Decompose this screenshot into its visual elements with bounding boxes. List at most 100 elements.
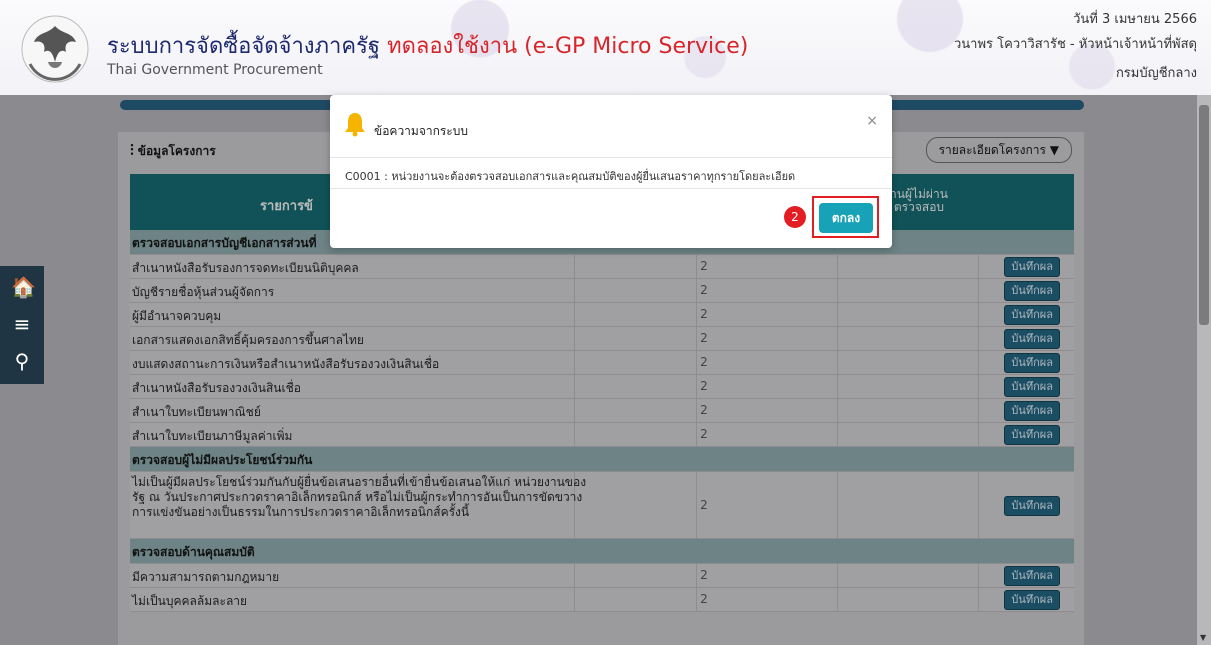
row-label: สำเนาหนังสือรับรองการจดทะเบียนนิติบุคคล xyxy=(132,261,359,275)
row-label: มีความสามารถตามกฎหมาย xyxy=(132,570,280,584)
table-row: บัญชีรายชื่อหุ้นส่วนผู้จัดการ 2 บันทึกผล xyxy=(130,279,1074,303)
table-row: มีความสามารถตามกฎหมาย 2 บันทึกผล xyxy=(130,564,1074,588)
header-col-failed-line1: านผู้ไม่ผ่าน xyxy=(890,187,948,201)
column-divider xyxy=(837,423,838,446)
ok-button[interactable]: ตกลง xyxy=(819,203,873,233)
section-title: ตรวจสอบเอกสารบัญชีเอกสารส่วนที่ xyxy=(132,236,317,250)
check-table: ตรวจสอบเอกสารบัญชีเอกสารส่วนที่สำเนาหนัง… xyxy=(130,230,1074,612)
column-divider xyxy=(837,564,838,587)
menu-icon[interactable]: ≡ xyxy=(11,313,33,335)
column-divider xyxy=(837,588,838,611)
section-title: ตรวจสอบด้านคุณสมบัติ xyxy=(132,545,255,559)
save-result-button[interactable]: บันทึกผล xyxy=(1004,353,1060,373)
row-label: สำเนาหนังสือรับรองวงเงินสินเชื่อ xyxy=(132,381,301,395)
column-divider xyxy=(837,399,838,422)
row-count: 2 xyxy=(700,568,708,582)
scrollbar-thumb[interactable] xyxy=(1199,105,1209,325)
row-count: 2 xyxy=(700,498,708,512)
app-subtitle: Thai Government Procurement xyxy=(107,62,323,78)
scroll-down-icon[interactable]: ▼ xyxy=(1200,633,1206,642)
table-row: ไม่เป็นผู้มีผลประโยชน์ร่วมกันกับผู้ยื่นข… xyxy=(130,472,1074,539)
column-divider xyxy=(978,255,979,278)
column-divider xyxy=(574,303,575,326)
page-scrollbar[interactable]: ▼ xyxy=(1197,95,1211,645)
garuda-emblem-icon xyxy=(21,15,89,83)
column-divider xyxy=(978,423,979,446)
column-divider xyxy=(978,399,979,422)
row-count: 2 xyxy=(700,283,708,297)
column-divider xyxy=(837,327,838,350)
system-message-dialog: ข้อความจากระบบ × C0001 : หน่วยงานจะต้องต… xyxy=(330,95,892,248)
column-divider xyxy=(574,327,575,350)
header-date: วันที่ 3 เมษายน 2566 xyxy=(1073,12,1197,27)
close-icon[interactable]: × xyxy=(866,113,878,129)
header-col-failed: านผู้ไม่ผ่าน ตรวจสอบ xyxy=(890,188,948,214)
column-divider xyxy=(574,423,575,446)
row-label: ไม่เป็นผู้มีผลประโยชน์ร่วมกันกับผู้ยื่นข… xyxy=(132,475,587,519)
column-divider xyxy=(574,399,575,422)
column-divider xyxy=(574,279,575,302)
save-result-button[interactable]: บันทึกผล xyxy=(1004,496,1060,516)
column-divider xyxy=(978,588,979,611)
caret-down-icon: ▼ xyxy=(1049,143,1059,157)
save-result-button[interactable]: บันทึกผล xyxy=(1004,566,1060,586)
column-divider xyxy=(978,472,979,538)
table-section-header: ตรวจสอบผู้ไม่มีผลประโยชน์ร่วมกัน xyxy=(130,447,1074,472)
sliders-icon: ⫶ xyxy=(130,141,134,159)
header-col-failed-line2: ตรวจสอบ xyxy=(893,200,945,214)
save-result-button[interactable]: บันทึกผล xyxy=(1004,401,1060,421)
row-count: 2 xyxy=(700,379,708,393)
row-label: ผู้มีอำนาจควบคุม xyxy=(132,309,222,323)
side-nav: 🏠 ≡ ⚲ xyxy=(0,266,44,384)
home-icon[interactable]: 🏠 xyxy=(11,276,36,298)
save-result-button[interactable]: บันทึกผล xyxy=(1004,281,1060,301)
column-divider xyxy=(837,472,838,538)
table-row: สำเนาใบทะเบียนพาณิชย์ 2 บันทึกผล xyxy=(130,399,1074,423)
row-count: 2 xyxy=(700,307,708,321)
column-divider xyxy=(837,255,838,278)
column-divider xyxy=(574,375,575,398)
column-divider xyxy=(978,351,979,374)
column-divider xyxy=(574,588,575,611)
save-result-button[interactable]: บันทึกผล xyxy=(1004,590,1060,610)
app-header: ระบบการจัดซื้อจัดจ้างภาครัฐ ทดลองใช้งาน … xyxy=(0,0,1211,95)
header-user[interactable]: วนาพร โควาวิสารัช - หัวหน้าเจ้าหน้าที่พั… xyxy=(954,33,1197,54)
save-result-button[interactable]: บันทึกผล xyxy=(1004,305,1060,325)
dialog-header: ข้อความจากระบบ × xyxy=(330,95,892,158)
header-department: กรมบัญชีกลาง xyxy=(1115,66,1197,81)
column-divider xyxy=(837,279,838,302)
row-count: 2 xyxy=(700,403,708,417)
project-detail-button[interactable]: รายละเอียดโครงการ ▼ xyxy=(925,137,1072,163)
save-result-button[interactable]: บันทึกผล xyxy=(1004,329,1060,349)
save-result-button[interactable]: บันทึกผล xyxy=(1004,377,1060,397)
row-count: 2 xyxy=(700,592,708,606)
panel-title-text: ข้อมูลโครงการ xyxy=(137,144,216,158)
row-label: บัญชีรายชื่อหุ้นส่วนผู้จัดการ xyxy=(132,285,275,299)
save-result-button[interactable]: บันทึกผล xyxy=(1004,425,1060,445)
column-divider xyxy=(574,564,575,587)
app-title-main: ระบบการจัดซื้อจัดจ้างภาครัฐ xyxy=(107,34,381,59)
column-divider xyxy=(978,279,979,302)
dialog-message: C0001 : หน่วยงานจะต้องตรวจสอบเอกสารและคุ… xyxy=(345,170,796,183)
search-icon[interactable]: ⚲ xyxy=(11,350,33,372)
row-label: ไม่เป็นบุคคลล้มละลาย xyxy=(132,594,248,608)
column-divider xyxy=(574,351,575,374)
table-row: สำเนาหนังสือรับรองการจดทะเบียนนิติบุคคล 2… xyxy=(130,255,1074,279)
dialog-title: ข้อความจากระบบ xyxy=(374,124,468,138)
table-row: เอกสารแสดงเอกสิทธิ์คุ้มครองการขึ้นศาลไทย… xyxy=(130,327,1074,351)
row-label: สำเนาใบทะเบียนภาษีมูลค่าเพิ่ม xyxy=(132,429,293,443)
save-result-button[interactable]: บันทึกผล xyxy=(1004,257,1060,277)
column-divider xyxy=(978,327,979,350)
panel-title: ⫶ ข้อมูลโครงการ xyxy=(130,141,216,161)
column-divider xyxy=(837,303,838,326)
row-label: สำเนาใบทะเบียนพาณิชย์ xyxy=(132,405,261,419)
row-count: 2 xyxy=(700,331,708,345)
row-count: 2 xyxy=(700,427,708,441)
row-count: 2 xyxy=(700,259,708,273)
table-section-header: ตรวจสอบด้านคุณสมบัติ xyxy=(130,539,1074,564)
table-row: สำเนาใบทะเบียนภาษีมูลค่าเพิ่ม 2 บันทึกผล xyxy=(130,423,1074,447)
section-title: ตรวจสอบผู้ไม่มีผลประโยชน์ร่วมกัน xyxy=(132,453,313,467)
row-label: งบแสดงสถานะการเงินหรือสำเนาหนังสือรับรอง… xyxy=(132,357,440,371)
table-row: ผู้มีอำนาจควบคุม 2 บันทึกผล xyxy=(130,303,1074,327)
dialog-footer xyxy=(330,188,892,189)
